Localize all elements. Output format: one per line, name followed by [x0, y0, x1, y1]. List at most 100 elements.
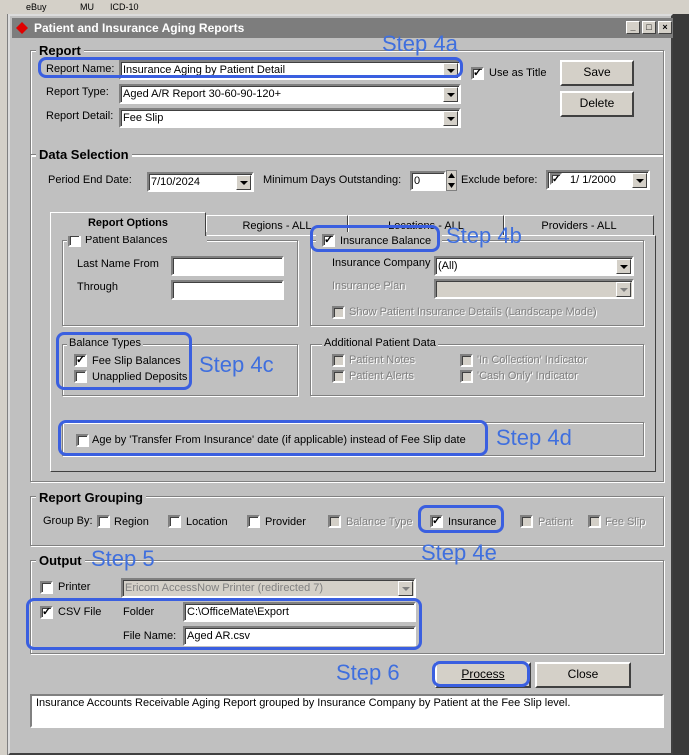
exclude-before-value: 1/ 1/2000 — [570, 174, 616, 186]
background-tab-mu[interactable]: MU — [80, 1, 94, 13]
spinner-arrows-icon — [448, 173, 455, 188]
tab-report-options-label: Report Options — [87, 217, 169, 229]
fee-slip-balances-checkbox[interactable]: ✓ — [74, 354, 87, 367]
chevron-down-icon[interactable] — [616, 282, 631, 297]
insurance-plan-label: Insurance Plan — [332, 280, 406, 292]
background-tab-icd10[interactable]: ICD-10 — [110, 1, 139, 13]
process-button[interactable]: Process — [435, 662, 531, 688]
tab-report-options[interactable]: Report Options — [50, 212, 206, 236]
period-end-date-label: Period End Date: — [48, 174, 132, 186]
group-region-label: Region — [114, 516, 149, 528]
show-insurance-details-checkbox[interactable] — [332, 306, 345, 319]
report-legend: Report — [36, 43, 84, 58]
min-days-spinner[interactable] — [446, 170, 457, 191]
background-tab-ebuy[interactable]: eBuy — [26, 1, 47, 13]
tab-regions-label: Regions - ALL — [242, 220, 312, 232]
use-as-title-label: Use as Title — [489, 67, 547, 79]
group-balance-type-checkbox[interactable] — [328, 515, 341, 528]
age-by-transfer-checkbox[interactable] — [76, 434, 89, 447]
step-4e-label: Step 4e — [421, 540, 497, 565]
patient-alerts-checkbox[interactable] — [332, 370, 345, 383]
chevron-down-icon[interactable] — [443, 111, 458, 126]
report-name-value: Insurance Aging by Patient Detail — [123, 64, 286, 76]
age-by-transfer-label: Age by 'Transfer From Insurance' date (i… — [92, 434, 466, 446]
last-name-from-input[interactable] — [171, 256, 284, 276]
group-insurance-label: Insurance — [448, 516, 497, 528]
patient-notes-label: Patient Notes — [349, 354, 416, 366]
group-region-checkbox[interactable] — [97, 515, 110, 528]
group-provider-checkbox[interactable] — [247, 515, 260, 528]
minimize-icon[interactable]: _ — [626, 21, 640, 34]
window-title: Patient and Insurance Aging Reports — [34, 21, 245, 35]
status-description: Insurance Accounts Receivable Aging Repo… — [30, 694, 664, 728]
step-4c-label: Step 4c — [199, 352, 274, 377]
report-detail-label: Report Detail: — [46, 110, 114, 122]
close-icon[interactable]: × — [658, 21, 672, 34]
use-as-title-checkbox[interactable]: ✓ — [471, 67, 484, 80]
close-label: Close — [567, 667, 599, 681]
through-input[interactable] — [171, 280, 284, 300]
file-name-input[interactable]: Aged AR.csv — [183, 626, 416, 646]
background-app-edge — [0, 14, 8, 755]
group-location-checkbox[interactable] — [168, 515, 181, 528]
title-bar[interactable]: Patient and Insurance Aging Reports _ □ … — [12, 18, 673, 38]
group-fee-slip-checkbox[interactable] — [588, 515, 601, 528]
insurance-balance-checkbox[interactable]: ✓ — [322, 234, 335, 247]
balance-types-legend: Balance Types — [67, 337, 143, 349]
calendar-dropdown-icon[interactable] — [236, 175, 251, 190]
group-insurance-checkbox[interactable]: ✓ — [430, 515, 443, 528]
period-end-date-value: 7/10/2024 — [151, 176, 200, 188]
tab-providers-label: Providers - ALL — [541, 220, 617, 232]
chevron-down-icon[interactable] — [443, 87, 458, 102]
printer-select[interactable]: Ericom AccessNow Printer (redirected 7) — [121, 578, 416, 598]
save-button[interactable]: Save — [560, 60, 634, 86]
data-selection-legend: Data Selection — [36, 147, 132, 162]
group-patient-label: Patient — [538, 516, 573, 528]
last-name-from-label: Last Name From — [77, 258, 159, 270]
report-type-select[interactable]: Aged A/R Report 30-60-90-120+ — [119, 84, 461, 104]
delete-button[interactable]: Delete — [560, 91, 634, 117]
chevron-down-icon[interactable] — [443, 63, 458, 78]
unapplied-deposits-checkbox[interactable] — [74, 370, 87, 383]
group-balance-type-label: Balance Type — [346, 516, 413, 528]
additional-patient-data-legend: Additional Patient Data — [322, 337, 438, 349]
period-end-date-picker[interactable]: 7/10/2024 — [147, 172, 254, 192]
report-detail-value: Fee Slip — [123, 112, 164, 124]
exclude-before-date-picker[interactable]: ✓ 1/ 1/2000 — [546, 170, 650, 190]
cash-only-checkbox[interactable] — [460, 370, 473, 383]
printer-checkbox[interactable] — [40, 581, 53, 594]
output-legend: Output — [36, 553, 85, 568]
insurance-company-value: (All) — [438, 260, 458, 272]
report-name-select[interactable]: Insurance Aging by Patient Detail — [119, 60, 461, 80]
csv-file-label: CSV File — [58, 606, 102, 618]
insurance-company-select[interactable]: (All) — [434, 256, 634, 276]
folder-input[interactable]: C:\OfficeMate\Export — [183, 602, 416, 622]
tab-providers[interactable]: Providers - ALL — [504, 215, 654, 236]
csv-file-checkbox[interactable]: ✓ — [40, 606, 53, 619]
printer-label: Printer — [58, 581, 91, 593]
exclude-before-checkbox[interactable]: ✓ — [550, 173, 562, 185]
step-4a-label: Step 4a — [382, 31, 458, 56]
in-collection-checkbox[interactable] — [460, 354, 473, 367]
insurance-plan-select[interactable] — [434, 279, 634, 299]
chevron-down-icon[interactable] — [398, 581, 413, 596]
patient-notes-checkbox[interactable] — [332, 354, 345, 367]
close-button[interactable]: Close — [535, 662, 631, 688]
min-days-input[interactable]: 0 — [410, 171, 446, 191]
report-type-value: Aged A/R Report 30-60-90-120+ — [123, 88, 282, 100]
through-label: Through — [77, 281, 118, 293]
maximize-icon[interactable]: □ — [642, 21, 656, 34]
report-grouping-legend: Report Grouping — [36, 490, 146, 505]
step-4d-label: Step 4d — [496, 425, 572, 450]
chevron-down-icon[interactable] — [616, 259, 631, 274]
report-type-label: Report Type: — [46, 86, 109, 98]
exclude-before-label: Exclude before: — [461, 174, 538, 186]
report-detail-select[interactable]: Fee Slip — [119, 108, 461, 128]
group-location-label: Location — [186, 516, 228, 528]
report-name-label: Report Name: — [46, 63, 115, 75]
insurance-company-label: Insurance Company — [332, 257, 431, 269]
group-patient-checkbox[interactable] — [520, 515, 533, 528]
show-insurance-details-label: Show Patient Insurance Details (Landscap… — [349, 306, 597, 318]
group-provider-label: Provider — [265, 516, 306, 528]
calendar-dropdown-icon[interactable] — [632, 173, 647, 188]
